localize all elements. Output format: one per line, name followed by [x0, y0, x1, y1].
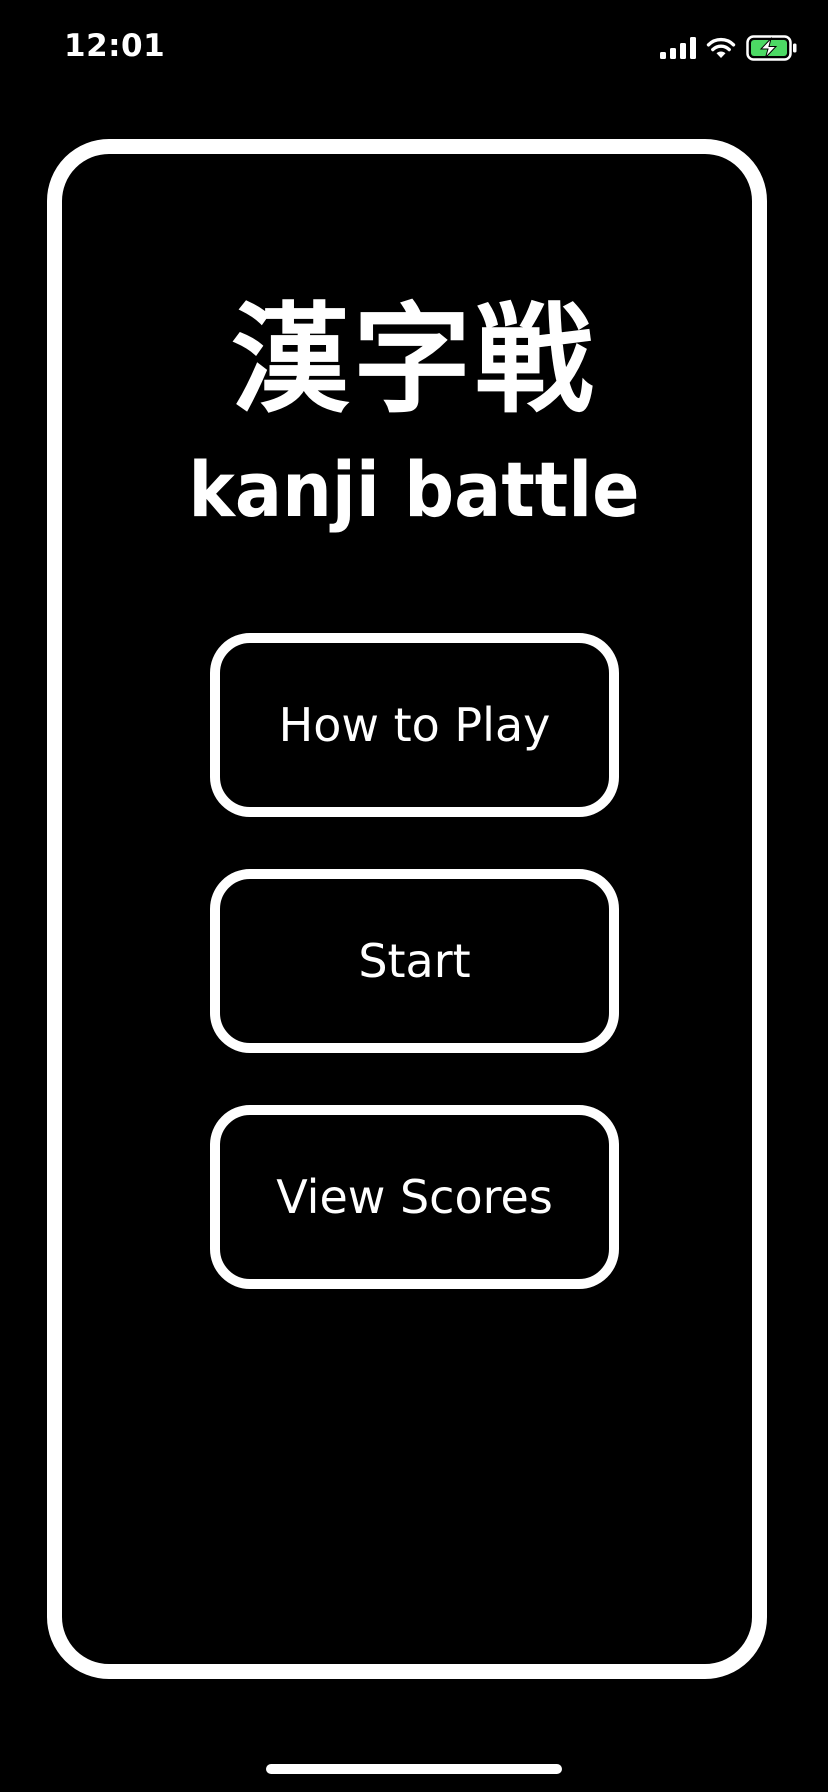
status-bar: 12:01 [0, 0, 828, 100]
wifi-icon [706, 36, 736, 65]
app-title-romaji: kanji battle [188, 445, 640, 534]
start-button[interactable]: Start [210, 869, 619, 1053]
home-indicator[interactable] [266, 1764, 562, 1774]
how-to-play-button[interactable]: How to Play [210, 633, 619, 817]
status-icons [660, 34, 798, 66]
app-title-kanji: 漢字戦 [230, 291, 597, 429]
view-scores-button[interactable]: View Scores [210, 1105, 619, 1289]
cellular-signal-icon [660, 36, 696, 64]
battery-charging-icon [746, 34, 798, 66]
status-time: 12:01 [64, 28, 166, 64]
